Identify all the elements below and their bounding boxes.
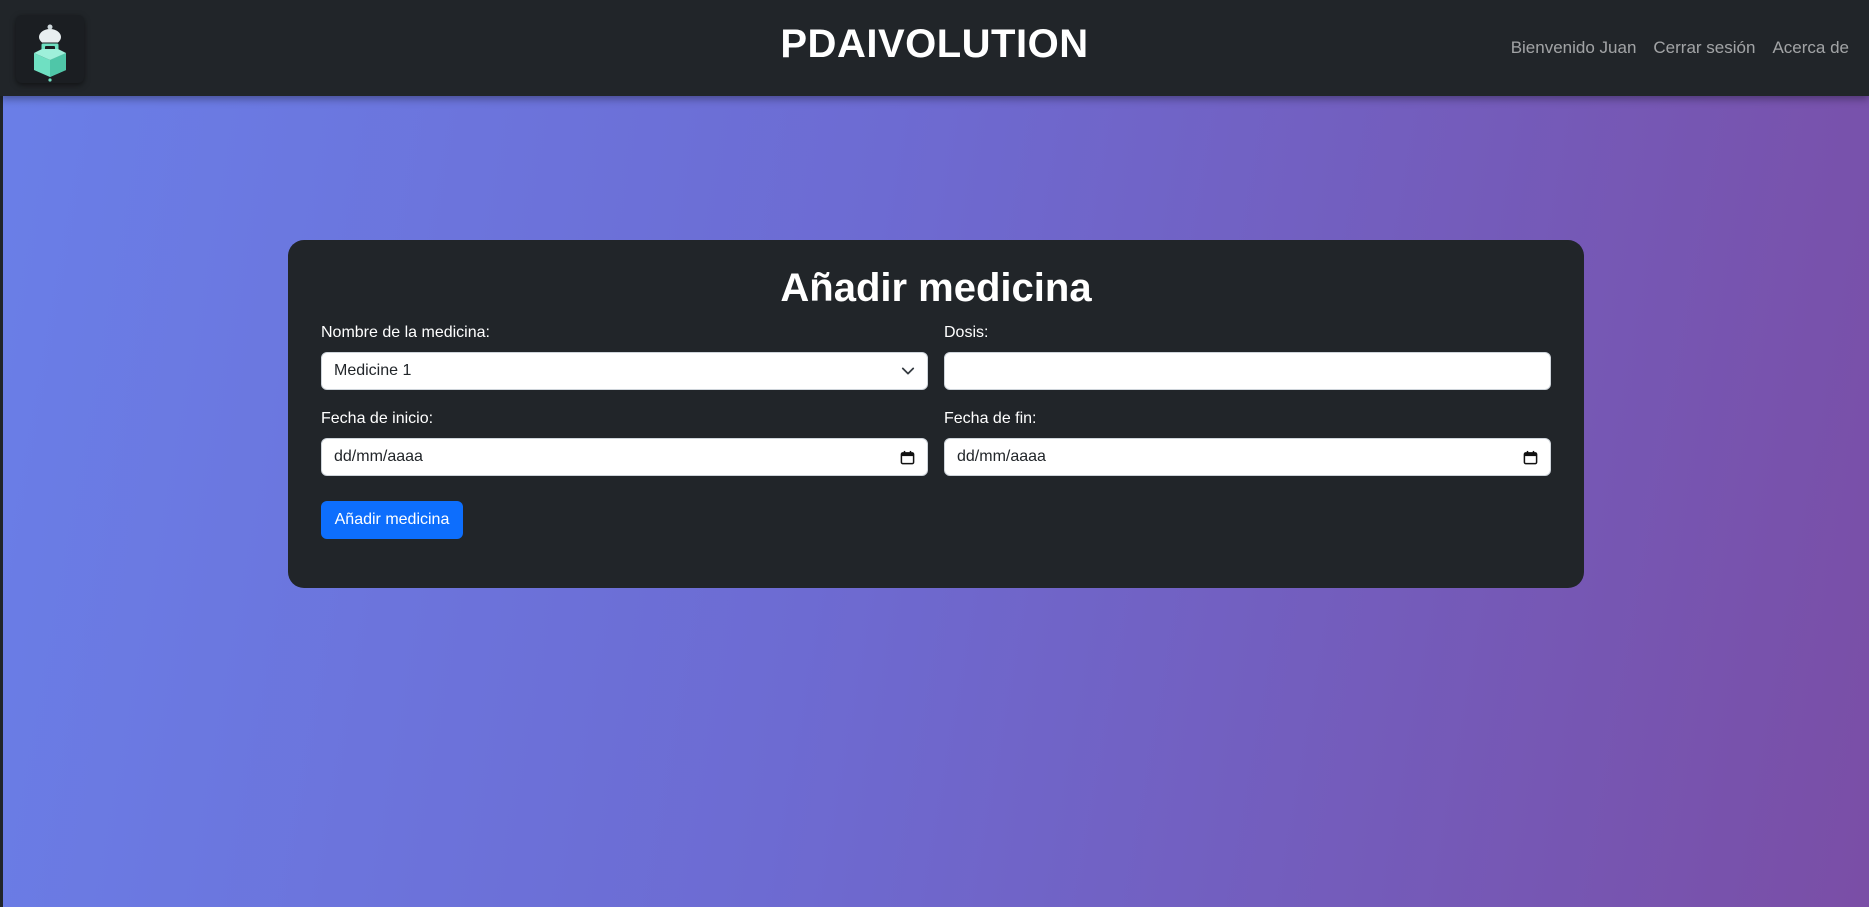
robot-logo-icon[interactable] <box>16 15 84 83</box>
end-date-label: Fecha de fin: <box>944 410 1037 427</box>
form-title: Añadir medicina <box>780 266 1092 310</box>
medicine-name-label: Nombre de la medicina: <box>321 324 490 341</box>
nav-about-link[interactable]: Acerca de <box>1772 38 1849 58</box>
add-medicine-button[interactable]: Añadir medicina <box>321 501 463 539</box>
dose-label: Dosis: <box>944 324 989 341</box>
medicine-select[interactable]: Medicine 1 <box>321 352 928 390</box>
chevron-down-icon <box>901 367 915 375</box>
add-medicine-card: Añadir medicina Nombre de la medicina: M… <box>288 240 1584 588</box>
nav-logout-link[interactable]: Cerrar sesión <box>1653 38 1755 58</box>
end-date-input[interactable]: dd/mm/aaaa <box>944 438 1551 476</box>
end-date-value: dd/mm/aaaa <box>957 448 1046 465</box>
nav-welcome-user[interactable]: Bienvenido Juan <box>1511 38 1637 58</box>
navbar: PDAIVOLUTION Bienvenido Juan Cerrar sesi… <box>0 0 1869 96</box>
calendar-icon[interactable] <box>1523 450 1538 465</box>
medicine-select-value: Medicine 1 <box>334 362 412 379</box>
start-date-input[interactable]: dd/mm/aaaa <box>321 438 928 476</box>
calendar-icon[interactable] <box>900 450 915 465</box>
nav-links: Bienvenido Juan Cerrar sesión Acerca de <box>1511 38 1849 58</box>
dose-input[interactable] <box>944 352 1551 390</box>
left-edge-bar <box>0 0 3 907</box>
start-date-label: Fecha de inicio: <box>321 410 434 427</box>
start-date-value: dd/mm/aaaa <box>334 448 423 465</box>
